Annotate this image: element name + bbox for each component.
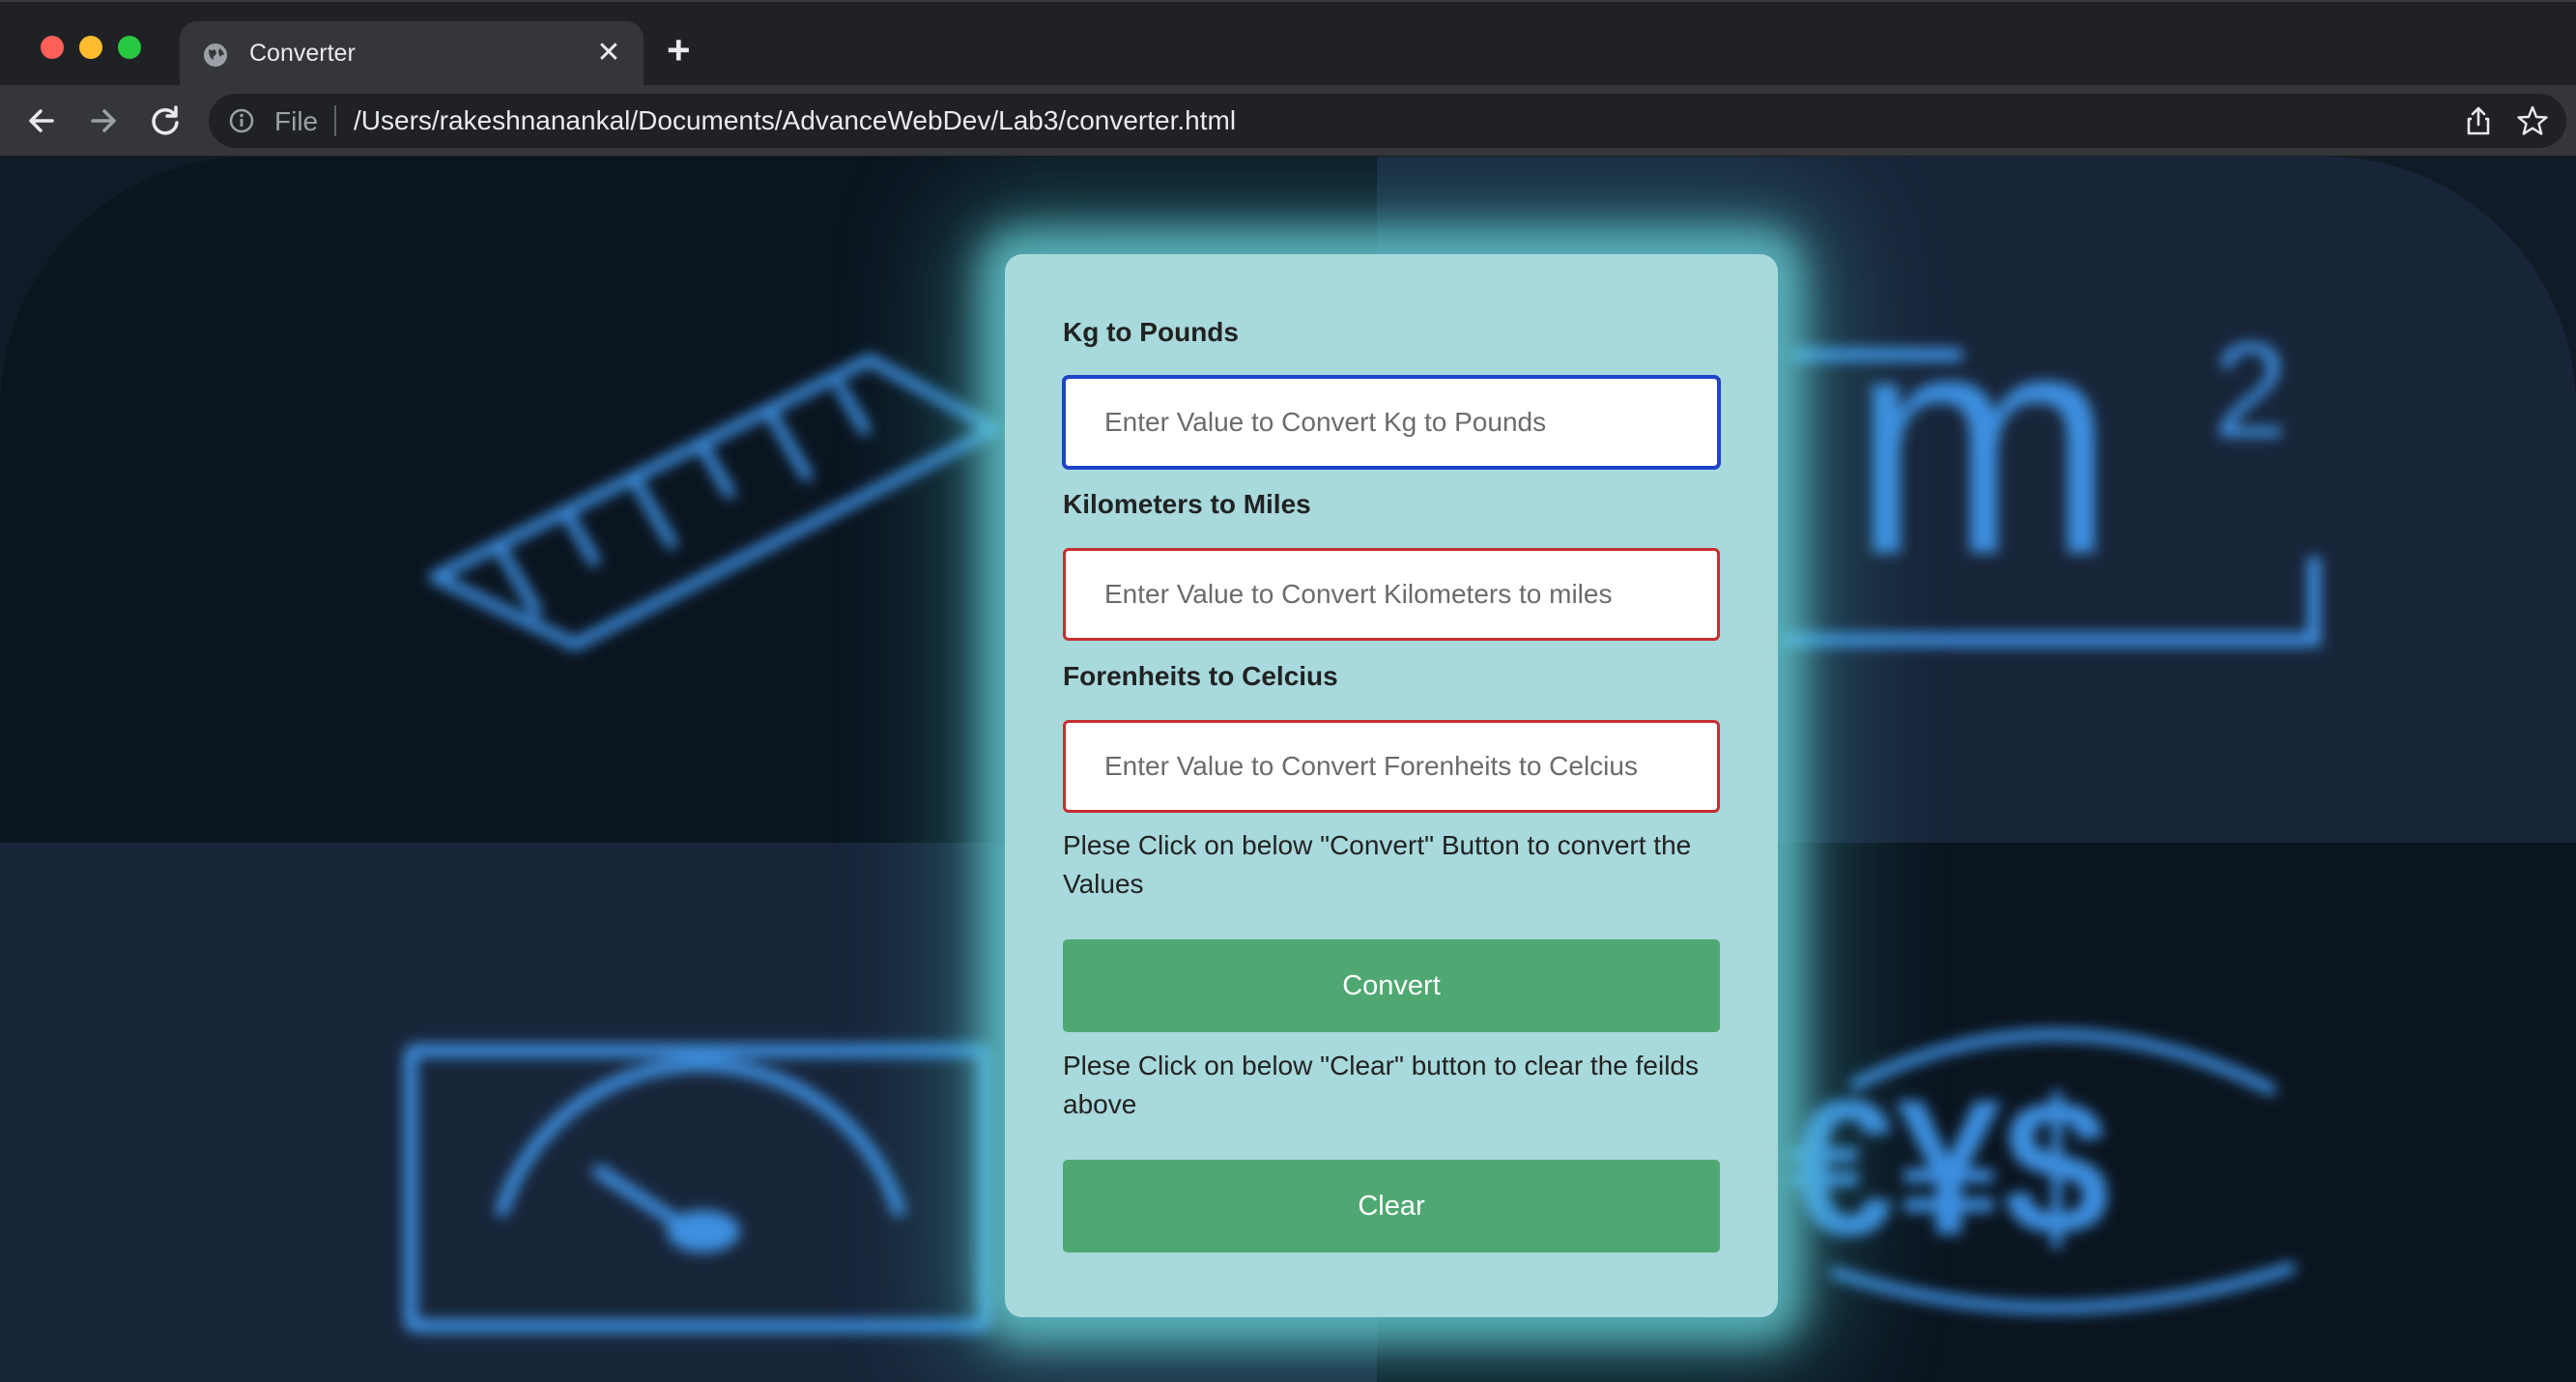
close-tab-icon[interactable]: ✕ <box>591 36 626 71</box>
browser-toolbar: File /Users/rakeshnanankal/Documents/Adv… <box>0 85 2576 157</box>
star-icon[interactable] <box>2516 104 2549 137</box>
browser-titlebar: Converter ✕ + <box>0 0 2576 89</box>
page-viewport: m 2 €¥$ Kg to Pounds Kilometers to Miles… <box>0 157 2576 1382</box>
fahrenheit-to-celsius-input[interactable] <box>1063 720 1720 813</box>
back-arrow-icon[interactable] <box>19 99 64 143</box>
maximize-window-button[interactable] <box>118 36 141 59</box>
currency-glyphs: €¥$ <box>1788 1060 2110 1276</box>
ruler-icon <box>429 354 1001 650</box>
scheme-label: File <box>274 106 319 136</box>
omnibox-divider <box>334 105 336 136</box>
reload-icon[interactable] <box>143 99 187 143</box>
clear-button[interactable]: Clear <box>1063 1160 1720 1252</box>
forward-arrow-icon[interactable] <box>81 99 126 143</box>
km-to-miles-input[interactable] <box>1063 548 1720 641</box>
new-tab-button[interactable]: + <box>667 30 691 71</box>
url-text[interactable]: /Users/rakeshnanankal/Documents/AdvanceW… <box>354 105 1236 136</box>
browser-tab-converter[interactable]: Converter ✕ <box>180 21 644 89</box>
info-icon[interactable] <box>228 107 255 134</box>
unit-glyph: m <box>1850 264 2116 620</box>
fahrenheit-to-celsius-label: Forenheits to Celcius <box>1063 661 1338 691</box>
kg-to-pounds-label: Kg to Pounds <box>1063 317 1239 347</box>
clear-instruction: Plese Click on below "Clear" button to c… <box>1063 1051 1699 1119</box>
km-to-miles-label: Kilometers to Miles <box>1063 489 1311 519</box>
globe-icon <box>204 43 227 67</box>
kg-to-pounds-input[interactable] <box>1063 376 1720 469</box>
close-window-button[interactable] <box>41 36 64 59</box>
convert-button[interactable]: Convert <box>1063 939 1720 1032</box>
convert-instruction: Plese Click on below "Convert" Button to… <box>1063 830 1692 899</box>
converter-card: Kg to Pounds Kilometers to Miles Forenhe… <box>1005 254 1778 1317</box>
exponent-glyph: 2 <box>2213 314 2288 466</box>
gauge-icon <box>404 1044 992 1333</box>
minimize-window-button[interactable] <box>79 36 102 59</box>
tab-title: Converter <box>249 40 356 67</box>
address-bar[interactable]: File /Users/rakeshnanankal/Documents/Adv… <box>209 94 2566 148</box>
share-icon[interactable] <box>2462 104 2495 137</box>
